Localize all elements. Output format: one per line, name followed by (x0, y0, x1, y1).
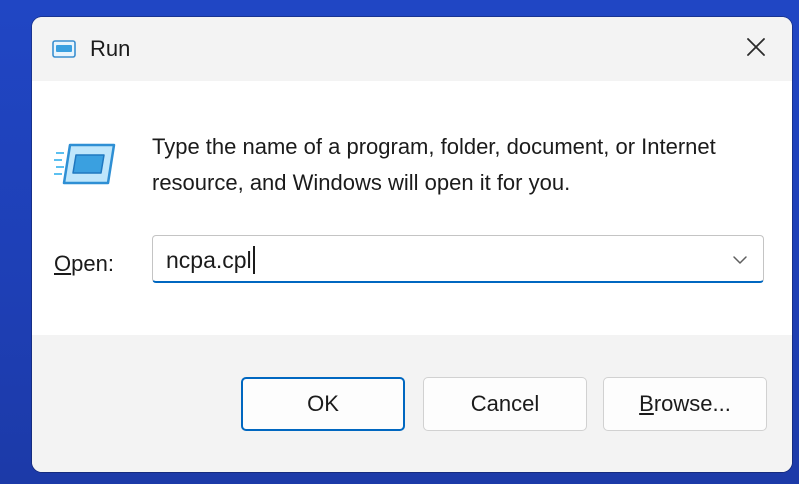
ok-button[interactable]: OK (241, 377, 405, 431)
dialog-title: Run (90, 36, 131, 61)
open-label-mnemonic: O (54, 251, 72, 276)
run-program-icon (54, 139, 118, 187)
title-bar[interactable]: Run (32, 17, 792, 81)
open-input-value: ncpa.cpl (166, 247, 252, 273)
open-label: Open: (54, 251, 114, 277)
text-caret (252, 246, 255, 274)
dialog-footer: OK Cancel Browse... (32, 335, 792, 472)
chevron-down-icon[interactable] (729, 250, 751, 270)
browse-label: rowse... (653, 391, 731, 416)
browse-mnemonic: B (639, 391, 654, 416)
close-button[interactable] (734, 31, 778, 67)
open-input[interactable]: ncpa.cpl (166, 246, 255, 274)
dialog-body: Type the name of a program, folder, docu… (32, 81, 792, 335)
cancel-button[interactable]: Cancel (423, 377, 587, 431)
run-icon (52, 40, 76, 58)
open-label-text: pen: (71, 251, 114, 276)
dialog-description: Type the name of a program, folder, docu… (152, 134, 716, 195)
browse-button[interactable]: Browse... (603, 377, 767, 431)
close-icon (746, 37, 766, 62)
run-dialog: Run Type the name of a program, folder, … (32, 17, 792, 472)
open-combobox[interactable]: ncpa.cpl (152, 235, 764, 283)
